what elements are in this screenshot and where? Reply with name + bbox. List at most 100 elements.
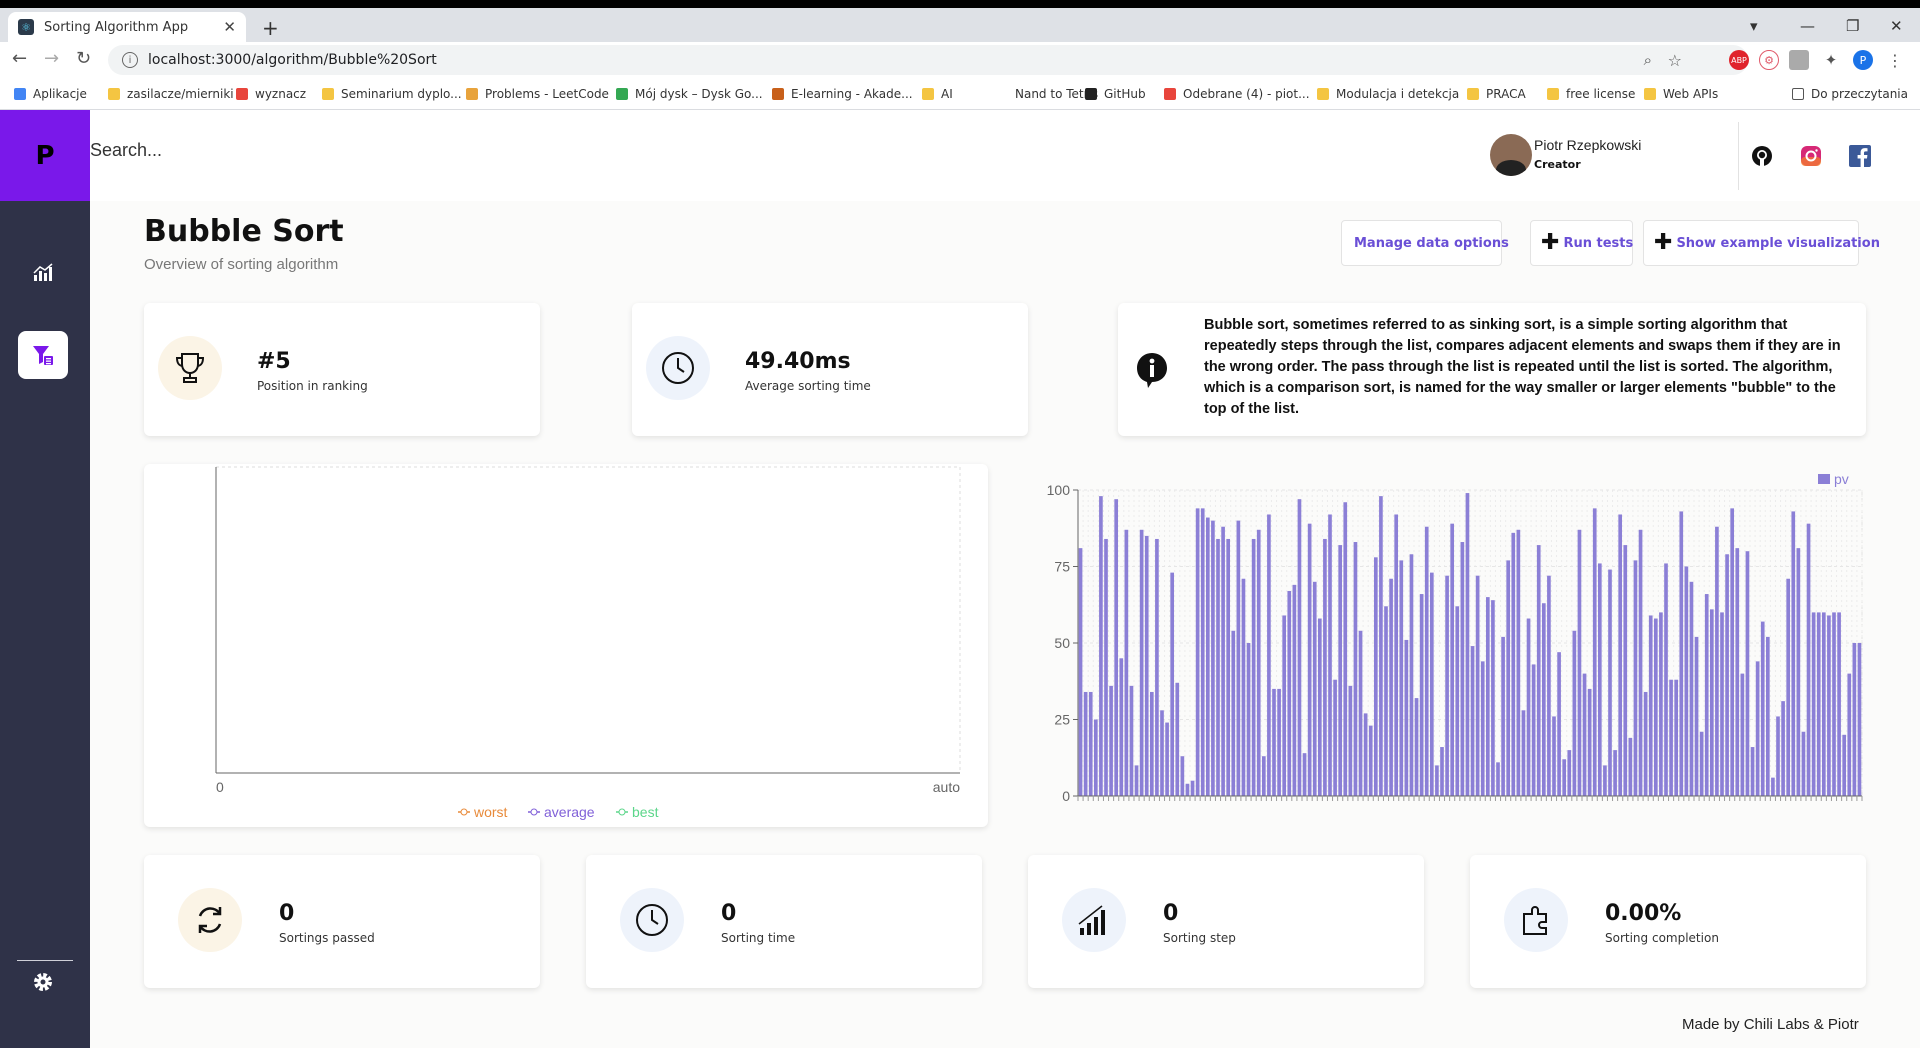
bar[interactable]: [1256, 529, 1261, 796]
bookmark-item[interactable]: PRACA: [1467, 87, 1526, 101]
bar[interactable]: [1368, 725, 1373, 796]
bar[interactable]: [1567, 750, 1572, 796]
bar[interactable]: [1379, 496, 1383, 796]
bar[interactable]: [1536, 545, 1541, 796]
bar[interactable]: [1694, 636, 1699, 796]
bar[interactable]: [1842, 734, 1847, 796]
run-tests-button[interactable]: ✚ Run tests: [1530, 220, 1633, 266]
bar[interactable]: [1791, 511, 1796, 796]
bar[interactable]: [1582, 673, 1587, 796]
bar[interactable]: [1648, 615, 1653, 796]
bookmark-item[interactable]: Mój dysk – Dysk Go...: [616, 87, 763, 101]
bar[interactable]: [1338, 545, 1343, 796]
bar[interactable]: [1750, 747, 1755, 796]
bar[interactable]: [1078, 548, 1083, 796]
bar[interactable]: [1348, 685, 1353, 796]
menu-kebab-icon[interactable]: ⋮: [1885, 50, 1905, 70]
bar[interactable]: [1633, 560, 1638, 796]
legend-item[interactable]: best: [616, 804, 659, 820]
bookmark-item[interactable]: Nand to Tetris: [996, 87, 1098, 101]
bookmark-item[interactable]: wyznacz: [236, 87, 306, 101]
bar[interactable]: [1267, 514, 1271, 796]
sidebar-item-sorting[interactable]: [18, 331, 68, 379]
bar[interactable]: [1796, 548, 1801, 796]
bookmark-item[interactable]: Problems - LeetCode: [466, 87, 609, 101]
bar[interactable]: [1323, 538, 1327, 796]
bar[interactable]: [1160, 710, 1164, 796]
bar[interactable]: [1730, 508, 1735, 796]
bar[interactable]: [1577, 529, 1582, 796]
bookmark-item[interactable]: Seminarium dyplo...: [322, 87, 462, 101]
bar[interactable]: [1827, 615, 1831, 796]
bar[interactable]: [1521, 710, 1526, 796]
bookmark-item[interactable]: zasilacze/mierniki: [108, 87, 234, 101]
bar[interactable]: [1440, 747, 1444, 796]
bar[interactable]: [1261, 756, 1266, 796]
bar[interactable]: [1837, 612, 1841, 796]
bar[interactable]: [1776, 716, 1780, 796]
bar[interactable]: [1475, 575, 1480, 796]
bar[interactable]: [1638, 529, 1643, 796]
bar[interactable]: [1470, 646, 1475, 796]
bar[interactable]: [1608, 569, 1612, 796]
bar[interactable]: [1114, 499, 1119, 796]
bar[interactable]: [1653, 618, 1658, 796]
bar[interactable]: [1603, 765, 1607, 796]
bookmark-item[interactable]: AI: [922, 87, 953, 101]
bar[interactable]: [1506, 560, 1511, 796]
zoom-icon[interactable]: ⌕: [1644, 51, 1652, 69]
bar[interactable]: [1715, 526, 1719, 796]
bookmark-item[interactable]: Aplikacje: [14, 87, 87, 101]
bar[interactable]: [1200, 508, 1205, 796]
site-info-icon[interactable]: i: [122, 52, 138, 68]
bar[interactable]: [1684, 566, 1689, 797]
minimize-button[interactable]: —: [1800, 17, 1815, 35]
sidebar-item-charts[interactable]: [18, 248, 68, 296]
bar[interactable]: [1384, 606, 1388, 796]
bar[interactable]: [1572, 630, 1577, 796]
bar[interactable]: [1552, 716, 1556, 796]
bar[interactable]: [1511, 532, 1516, 796]
bar[interactable]: [1083, 691, 1088, 796]
bookmark-star-icon[interactable]: ☆: [1668, 51, 1682, 70]
bar[interactable]: [1292, 584, 1297, 796]
facebook-link[interactable]: [1848, 144, 1872, 168]
bar[interactable]: [1190, 780, 1195, 796]
bar[interactable]: [1302, 753, 1307, 796]
bar[interactable]: [1241, 578, 1246, 796]
bar[interactable]: [1450, 523, 1455, 796]
bar[interactable]: [1195, 508, 1200, 796]
bar[interactable]: [1251, 538, 1256, 796]
bar[interactable]: [1429, 572, 1434, 796]
bar[interactable]: [1679, 511, 1684, 796]
bar[interactable]: [1175, 682, 1180, 796]
bar[interactable]: [1674, 679, 1679, 796]
settings-button[interactable]: [18, 958, 68, 1006]
bar[interactable]: [1801, 731, 1806, 796]
bookmark-item[interactable]: E-learning - Akade...: [772, 87, 913, 101]
bar[interactable]: [1149, 691, 1154, 796]
new-tab-button[interactable]: +: [262, 16, 279, 40]
bar[interactable]: [1755, 661, 1760, 796]
bar[interactable]: [1373, 557, 1378, 796]
bar[interactable]: [1445, 575, 1449, 796]
bar[interactable]: [1643, 691, 1648, 796]
bar[interactable]: [1735, 548, 1740, 796]
bar[interactable]: [1221, 526, 1225, 796]
bar[interactable]: [1765, 636, 1770, 796]
extensions-puzzle-icon[interactable]: ✦: [1821, 50, 1841, 70]
forward-icon[interactable]: →: [44, 48, 59, 69]
bar[interactable]: [1816, 612, 1821, 796]
bar[interactable]: [1363, 713, 1368, 796]
bookmark-item[interactable]: Odebrane (4) - piot...: [1164, 87, 1310, 101]
bar[interactable]: [1272, 688, 1276, 796]
bar[interactable]: [1557, 652, 1561, 796]
avatar[interactable]: [1490, 134, 1532, 176]
show-example-visualization-button[interactable]: ✚ Show example visualization: [1643, 220, 1880, 266]
bar[interactable]: [1297, 499, 1302, 796]
bar[interactable]: [1088, 691, 1093, 796]
bar[interactable]: [1597, 563, 1602, 796]
url-box[interactable]: i localhost:3000/algorithm/Bubble%20Sort…: [108, 45, 1748, 75]
bar[interactable]: [1093, 719, 1098, 797]
bar[interactable]: [1496, 762, 1500, 796]
